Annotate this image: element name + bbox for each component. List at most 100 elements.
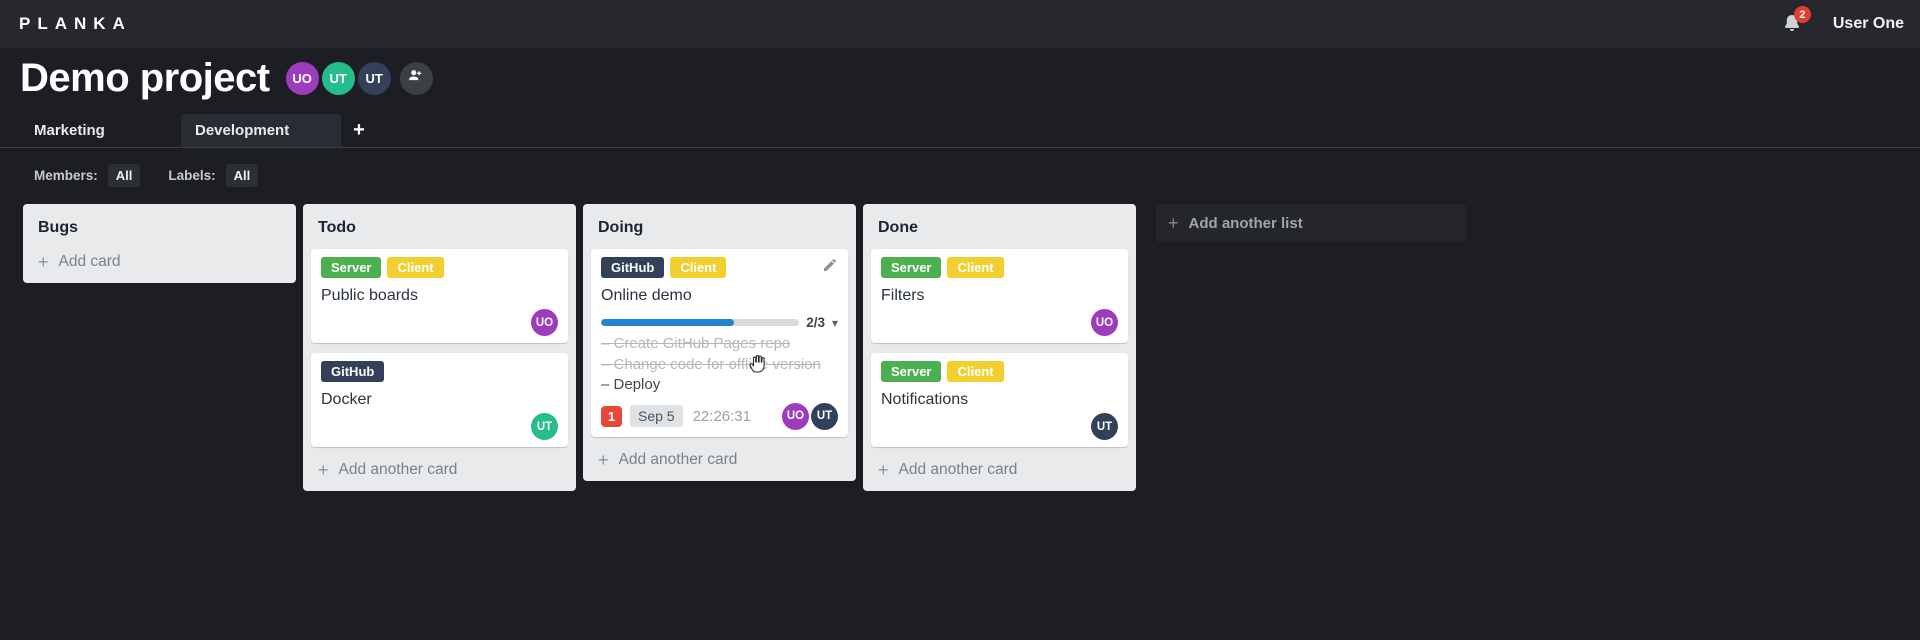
add-member-button[interactable] <box>399 61 433 95</box>
avatar[interactable]: UO <box>1091 309 1118 336</box>
list-bugs: Bugs + Add card <box>23 204 296 283</box>
card-members: UO <box>321 309 558 336</box>
filter-bar: Members: All Labels: All <box>34 162 259 188</box>
card-labels: Server Client <box>321 257 558 278</box>
label-chip: GitHub <box>601 257 665 278</box>
add-card-label: Add another card <box>898 461 1018 478</box>
card-name: Public boards <box>321 287 418 304</box>
dash-icon: – <box>601 355 614 373</box>
add-card-button[interactable]: + Add another card <box>591 447 848 473</box>
timer-badge[interactable]: 22:26:31 <box>693 408 751 425</box>
card-members: UT <box>321 413 558 440</box>
edit-card-button[interactable] <box>822 257 838 278</box>
card-name: Docker <box>321 391 372 408</box>
add-list-button[interactable]: + Add another list <box>1156 204 1466 242</box>
progress-label: 2/3 <box>806 315 825 330</box>
label-chip: Server <box>321 257 382 278</box>
label-chip: Client <box>947 361 1004 382</box>
dash-icon: – <box>601 376 614 393</box>
card-name: Notifications <box>881 391 969 408</box>
project-title[interactable]: Demo project <box>20 58 270 98</box>
top-bar: PLANKA 2 User One <box>0 0 1920 48</box>
avatar[interactable]: UO <box>531 309 558 336</box>
notification-count-badge: 2 <box>1793 6 1811 23</box>
project-header: Demo project UO UT UT <box>20 58 433 98</box>
add-card-button[interactable]: + Add card <box>31 249 288 275</box>
avatar[interactable]: UT <box>811 402 838 430</box>
plus-icon: + <box>598 449 609 470</box>
avatar[interactable]: UO <box>285 61 319 95</box>
topbar-right: 2 User One <box>1781 6 1920 35</box>
label-chip: Client <box>947 257 1004 278</box>
plus-icon: + <box>318 460 329 480</box>
list-title[interactable]: Doing <box>591 212 848 249</box>
task-text: Deploy <box>613 376 661 393</box>
add-card-button[interactable]: + Add another card <box>311 457 568 483</box>
plus-icon: + <box>353 119 365 141</box>
members-filter-value[interactable]: All <box>107 163 141 187</box>
add-user-icon <box>407 67 425 90</box>
bell-icon <box>1781 15 1803 39</box>
task-text: Create GitHub Pages repo <box>613 335 791 352</box>
avatar[interactable]: UO <box>782 402 809 430</box>
list-title[interactable]: Bugs <box>31 212 288 249</box>
card-labels: GitHub <box>321 361 558 382</box>
planka-logo[interactable]: PLANKA <box>0 14 132 34</box>
avatar[interactable]: UT <box>357 61 391 95</box>
task-text: Change code for offline version <box>613 355 821 373</box>
add-card-label: Add another card <box>618 450 738 468</box>
task-item: – Deploy <box>601 375 838 396</box>
card-notification-badge: 1 <box>601 405 622 427</box>
card-name: Filters <box>881 287 925 304</box>
progress-bar <box>601 319 800 326</box>
dash-icon: – <box>601 335 614 352</box>
user-menu[interactable]: User One <box>1833 15 1904 33</box>
list-title[interactable]: Done <box>871 212 1128 249</box>
card-public-boards[interactable]: Server Client Public boards UO <box>311 249 568 343</box>
task-item: – Change code for offline version <box>601 355 838 376</box>
project-members: UO UT UT <box>285 61 433 95</box>
add-list-label: Add another list <box>1188 214 1303 232</box>
task-item: – Create GitHub Pages repo <box>601 334 838 355</box>
card-footer: 1 Sep 5 22:26:31 UO UT <box>601 402 838 430</box>
list-todo: Todo Server Client Public boards UO GitH… <box>303 204 576 491</box>
avatar[interactable]: UT <box>321 61 355 95</box>
notifications-button[interactable]: 2 <box>1781 6 1811 35</box>
tab-marketing[interactable]: Marketing <box>20 114 181 147</box>
board: Bugs + Add card Todo Server Client Publi… <box>23 204 1920 640</box>
add-card-label: Add card <box>58 253 121 270</box>
plus-icon: + <box>878 460 889 480</box>
list-doing: Doing GitHub Client Online demo 2/3 ▾ – … <box>583 204 856 481</box>
card-name: Online demo <box>601 287 692 304</box>
card-labels: Server Client <box>881 361 1118 382</box>
label-chip: GitHub <box>321 361 385 382</box>
chevron-down-icon[interactable]: ▾ <box>832 317 838 329</box>
label-chip: Client <box>387 257 444 278</box>
card-notifications[interactable]: Server Client Notifications UT <box>871 353 1128 447</box>
list-title[interactable]: Todo <box>311 212 568 249</box>
card-labels: GitHub Client <box>601 257 838 278</box>
card-filters[interactable]: Server Client Filters UO <box>871 249 1128 343</box>
progress-fill <box>601 319 734 326</box>
avatar[interactable]: UT <box>531 413 558 440</box>
add-card-button[interactable]: + Add another card <box>871 457 1128 483</box>
card-docker[interactable]: GitHub Docker UT <box>311 353 568 447</box>
list-done: Done Server Client Filters UO Server Cli… <box>863 204 1136 491</box>
labels-filter-value[interactable]: All <box>225 163 259 187</box>
card-labels: Server Client <box>881 257 1118 278</box>
labels-filter-label: Labels: <box>168 167 216 183</box>
avatar[interactable]: UT <box>1091 413 1118 440</box>
tab-label: Marketing <box>34 122 105 139</box>
label-chip: Client <box>670 257 727 278</box>
tasks-progress: 2/3 ▾ <box>601 315 838 330</box>
add-board-button[interactable]: + <box>341 114 377 147</box>
tab-label: Development <box>195 122 290 139</box>
card-members: UT <box>881 413 1118 440</box>
card-online-demo[interactable]: GitHub Client Online demo 2/3 ▾ – Create… <box>591 249 848 437</box>
card-members: UO UT <box>782 402 838 430</box>
card-members: UO <box>881 309 1118 336</box>
tab-development[interactable]: Development <box>181 114 341 147</box>
label-chip: Server <box>881 361 942 382</box>
due-date-badge[interactable]: Sep 5 <box>630 405 683 427</box>
plus-icon: + <box>38 252 49 272</box>
